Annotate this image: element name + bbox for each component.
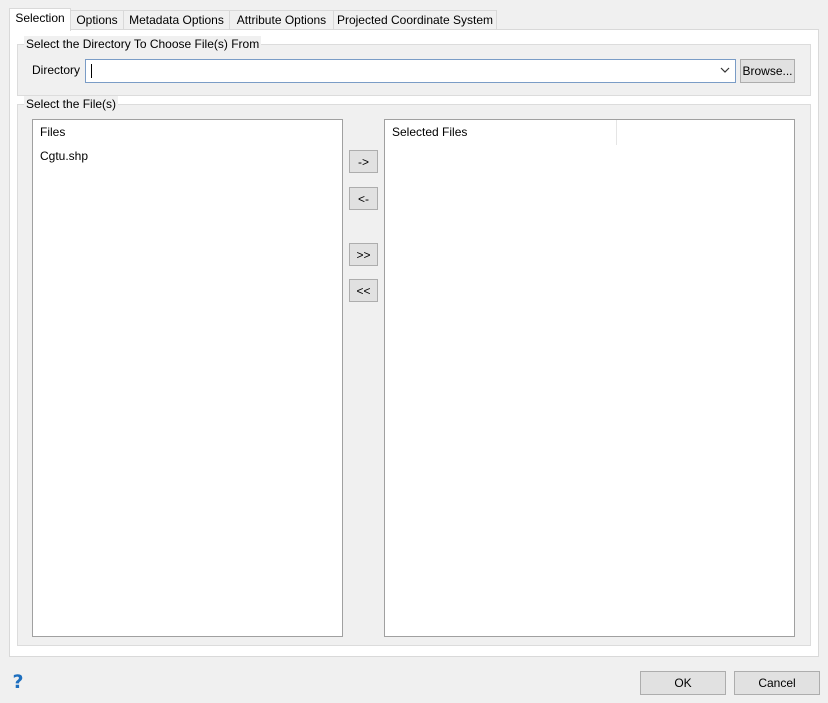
remove-all-button[interactable]: <<	[349, 279, 378, 302]
browse-button[interactable]: Browse...	[740, 59, 795, 83]
text-cursor	[91, 64, 92, 78]
tab-options[interactable]: Options	[70, 10, 124, 30]
files-group-title: Select the File(s)	[24, 96, 119, 112]
cancel-button[interactable]: Cancel	[734, 671, 820, 695]
list-item[interactable]: Cgtu.shp	[40, 148, 88, 164]
selected-files-list[interactable]: Selected Files	[384, 119, 795, 637]
directory-group-title: Select the Directory To Choose File(s) F…	[24, 36, 262, 52]
remove-selected-button[interactable]: <-	[349, 187, 378, 210]
tab-projected-coordinate-system[interactable]: Projected Coordinate System	[333, 10, 497, 30]
selected-files-column-header[interactable]: Selected Files	[385, 120, 617, 145]
add-selected-button[interactable]: ->	[349, 150, 378, 173]
files-column-header[interactable]: Files	[33, 120, 342, 145]
help-question-icon[interactable]: ?	[10, 672, 26, 692]
chevron-down-icon[interactable]	[719, 63, 731, 77]
available-files-list[interactable]: Files Cgtu.shp	[32, 119, 343, 637]
add-all-button[interactable]: >>	[349, 243, 378, 266]
tab-attribute-options[interactable]: Attribute Options	[229, 10, 334, 30]
tab-metadata-options[interactable]: Metadata Options	[123, 10, 230, 30]
directory-combobox[interactable]	[85, 59, 736, 83]
tab-selection[interactable]: Selection	[9, 8, 71, 31]
directory-label: Directory	[32, 63, 81, 77]
dialog-window: Selection Options Metadata Options Attri…	[0, 0, 828, 703]
ok-button[interactable]: OK	[640, 671, 726, 695]
